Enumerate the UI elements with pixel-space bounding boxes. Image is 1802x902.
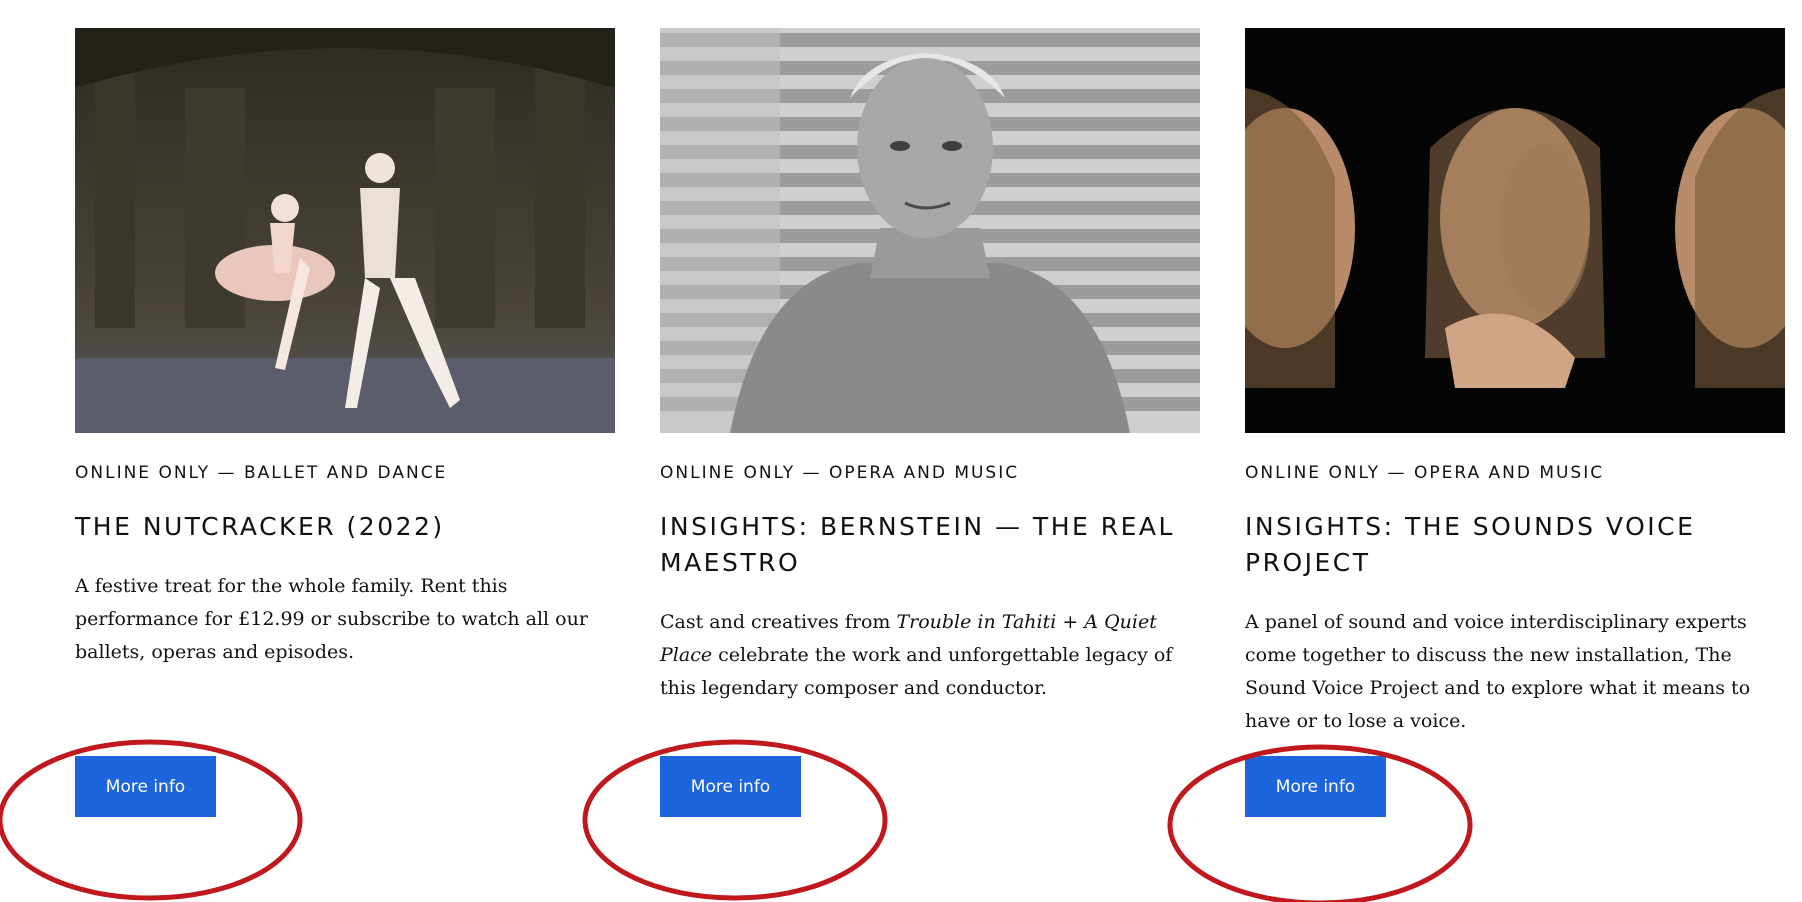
more-info-button[interactable]: More info [75, 756, 216, 817]
card-image-portrait[interactable] [660, 28, 1200, 433]
description-suffix: celebrate the work and unforgettable leg… [660, 644, 1173, 699]
card-title[interactable]: THE NUTCRACKER (2022) [75, 509, 615, 545]
event-card-sound-voice: ONLINE ONLY — OPERA AND MUSIC INSIGHTS: … [1245, 28, 1785, 757]
card-description: A panel of sound and voice interdiscipli… [1245, 611, 1751, 732]
event-card-bernstein: ONLINE ONLY — OPERA AND MUSIC INSIGHTS: … [660, 28, 1200, 724]
card-title[interactable]: INSIGHTS: THE SOUNDS VOICE PROJECT [1245, 509, 1785, 581]
card-category: ONLINE ONLY — BALLET AND DANCE [75, 463, 448, 483]
description-prefix: Cast and creatives from [660, 611, 897, 633]
card-category: ONLINE ONLY — OPERA AND MUSIC [660, 463, 1020, 483]
more-info-button[interactable]: More info [660, 756, 801, 817]
card-title[interactable]: INSIGHTS: BERNSTEIN — THE REAL MAESTRO [660, 509, 1200, 581]
card-image-faces[interactable] [1245, 28, 1785, 433]
card-description: Cast and creatives from Trouble in Tahit… [660, 606, 1200, 705]
card-category: ONLINE ONLY — OPERA AND MUSIC [1245, 463, 1605, 483]
event-card-nutcracker: ONLINE ONLY — BALLET AND DANCE THE NUTCR… [75, 28, 615, 688]
more-info-button[interactable]: More info [1245, 756, 1386, 817]
card-description: A festive treat for the whole family. Re… [75, 575, 588, 663]
card-image-ballet[interactable] [75, 28, 615, 433]
